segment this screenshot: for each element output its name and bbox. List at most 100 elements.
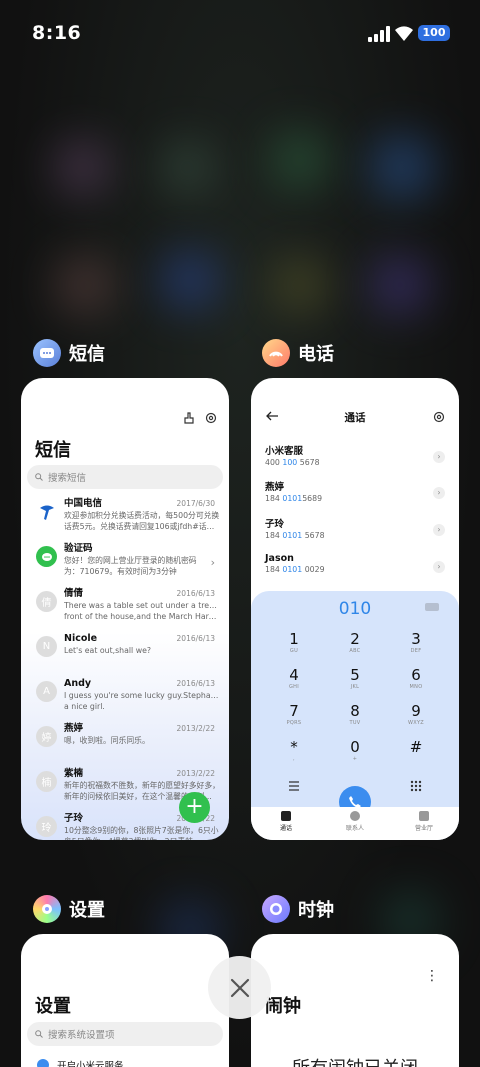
- message-preview: 鸟5只像你，4棵草3棵叫你，2只青蛙...: [64, 836, 221, 840]
- tab-contacts[interactable]: 联系人: [325, 811, 385, 832]
- cleanup-icon[interactable]: [183, 412, 195, 424]
- tab-service-hall[interactable]: 营业厅: [394, 811, 454, 832]
- app-label-clock[interactable]: 时钟: [262, 895, 334, 923]
- phone-header: 通话: [251, 408, 459, 428]
- more-menu-icon[interactable]: ⋮: [425, 968, 439, 984]
- contact-item[interactable]: 子玲 184 0101 5678 ›: [265, 516, 445, 546]
- dial-key[interactable]: 6 MNO: [386, 666, 446, 691]
- message-item[interactable]: 验证码 › 您好！您的网上营业厅登录的随机密码 为：710679。有效时间为3分钟: [21, 543, 229, 580]
- message-bubble-icon: [36, 546, 57, 567]
- search-input[interactable]: 搜索短信: [27, 465, 223, 489]
- contact-name: 燕婷: [265, 482, 285, 493]
- cloud-icon: [37, 1059, 49, 1067]
- contact-number: 184 0101 5678: [265, 531, 325, 540]
- recent-card-clock[interactable]: ⋮ 闹钟 所有闹钟已关闭: [251, 934, 459, 1067]
- dial-key[interactable]: 0 +: [325, 738, 385, 763]
- dial-key[interactable]: 8 TUV: [325, 703, 385, 727]
- battery-icon: 100: [418, 25, 450, 41]
- app-name: 短信: [69, 344, 105, 365]
- menu-icon[interactable]: [288, 781, 300, 791]
- message-item[interactable]: 婷燕婷 2013/2/22 嗯，收到啦。同乐同乐。: [21, 723, 229, 760]
- dial-key-digit: 6: [411, 666, 421, 684]
- backspace-icon[interactable]: [425, 603, 439, 611]
- matched-digits: 100: [282, 458, 298, 467]
- clear-all-button[interactable]: [208, 956, 271, 1019]
- message-preview: 嗯，收到啦。同乐同乐。: [64, 736, 150, 745]
- contact-name: 子玲: [265, 519, 285, 530]
- message-preview: Let's eat out,shall we?: [64, 646, 152, 655]
- dial-key-digit: 0: [350, 738, 360, 756]
- page-title: 通话: [344, 412, 366, 424]
- search-placeholder: 搜索系统设置项: [48, 1030, 115, 1041]
- dial-key-letters: +: [352, 756, 358, 762]
- contact-item[interactable]: 燕婷 184 01015689 ›: [265, 479, 445, 509]
- wifi-icon: [395, 26, 413, 41]
- dial-key[interactable]: 3 DEF: [386, 630, 446, 655]
- search-icon: [35, 473, 43, 481]
- contact-name: 小米客服: [265, 446, 304, 457]
- message-date: 2013/2/22: [176, 724, 215, 733]
- status-bar: 8:16 100: [0, 0, 480, 66]
- dial-key[interactable]: 9 WXYZ: [386, 703, 446, 727]
- message-item[interactable]: N Nicole 2016/6/13 Let's eat out,shall we?: [21, 633, 229, 670]
- search-icon: [35, 1030, 43, 1038]
- tab-calls[interactable]: 通话: [256, 811, 316, 832]
- chevron-right-icon[interactable]: ›: [433, 487, 445, 499]
- keypad-grid-icon[interactable]: [410, 780, 422, 792]
- app-label-phone[interactable]: 电话: [262, 339, 334, 367]
- message-date: 2016/6/13: [176, 679, 215, 688]
- china-telecom-logo-icon: [36, 501, 57, 522]
- dial-key[interactable]: 7 PQRS: [264, 702, 324, 727]
- dial-key[interactable]: *,: [264, 739, 324, 763]
- phone-icon: [281, 811, 291, 821]
- dial-key[interactable]: 4 GHI: [264, 667, 324, 691]
- settings-item-mi-cloud[interactable]: 开启小米云服务: [37, 1058, 124, 1067]
- page-title: 闹钟: [265, 996, 301, 1017]
- chevron-right-icon[interactable]: ›: [433, 451, 445, 463]
- empty-state-text: 所有闹钟已关闭: [251, 1054, 459, 1067]
- sms-toolbar: [183, 412, 217, 424]
- dial-key-digit: 1: [289, 630, 299, 648]
- page-title: 设置: [35, 996, 71, 1017]
- contact-item[interactable]: 小米客服 400 100 5678 ›: [265, 443, 445, 473]
- gear-icon[interactable]: [205, 412, 217, 424]
- dial-key-letters: GHI: [288, 684, 299, 690]
- recent-card-phone[interactable]: 通话 小米客服 400 100 5678 › 燕婷 184 01015689 › 子玲 184…: [251, 378, 459, 840]
- message-preview: a nice girl.: [64, 702, 105, 711]
- contact-name: Jason: [265, 553, 294, 564]
- dial-key-digit: 7: [289, 702, 299, 720]
- status-time: 8:16: [32, 22, 82, 44]
- avatar: 玲: [36, 816, 57, 837]
- dial-key-digit: 5: [350, 666, 360, 684]
- app-label-settings[interactable]: 设置: [33, 895, 105, 923]
- app-label-sms[interactable]: 短信: [33, 339, 105, 367]
- avatar: 楠: [36, 771, 57, 792]
- message-preview: 为：710679。有效时间为3分钟: [64, 567, 177, 576]
- dial-key[interactable]: 2 ABC: [325, 631, 385, 655]
- dial-key-digit: 3: [411, 630, 421, 648]
- message-item[interactable]: 中国电信 2017/6/30 欢迎参加积分兑换话费活动，每500分可兑换 话费5元。兑…: [21, 498, 229, 535]
- dial-key-letters: TUV: [349, 720, 361, 726]
- message-item[interactable]: A Andy 2016/6/13 I guess you're some lucky …: [21, 678, 229, 715]
- contact-item[interactable]: Jason 184 0101 0029 ›: [265, 553, 445, 583]
- dial-key[interactable]: 5 JKL: [325, 666, 385, 691]
- app-name: 设置: [69, 900, 105, 921]
- settings-app-icon: [33, 895, 61, 923]
- recent-card-sms[interactable]: 短信 搜索短信 中国电信 2017/6/30 欢迎参加积分兑换话费活动，每500分可…: [21, 378, 229, 840]
- gear-icon[interactable]: [433, 411, 445, 423]
- recent-card-settings[interactable]: 设置 搜索系统设置项 开启小米云服务: [21, 934, 229, 1067]
- avatar: 倩: [36, 591, 57, 612]
- dial-key-letters: JKL: [350, 684, 360, 690]
- contact-number: 184 0101 0029: [265, 565, 325, 574]
- dialpad: 010 1 GU 2 ABC 3 DEF 4 GHI 5 JKL 6 MNO 7 PQRS 8 TUV 9 WXY…: [251, 591, 459, 840]
- new-message-button[interactable]: +: [179, 792, 210, 823]
- search-input[interactable]: 搜索系统设置项: [27, 1022, 223, 1046]
- chevron-right-icon[interactable]: ›: [433, 524, 445, 536]
- chevron-right-icon[interactable]: ›: [433, 561, 445, 573]
- dial-key[interactable]: #: [386, 739, 446, 756]
- avatar: N: [36, 636, 57, 657]
- message-preview: 欢迎参加积分兑换话费活动，每500分可兑换: [64, 511, 220, 520]
- app-name: 时钟: [298, 900, 334, 921]
- message-item[interactable]: 倩倩倩 2016/6/13 There was a table set out un…: [21, 588, 229, 625]
- dial-key[interactable]: 1 GU: [264, 630, 324, 655]
